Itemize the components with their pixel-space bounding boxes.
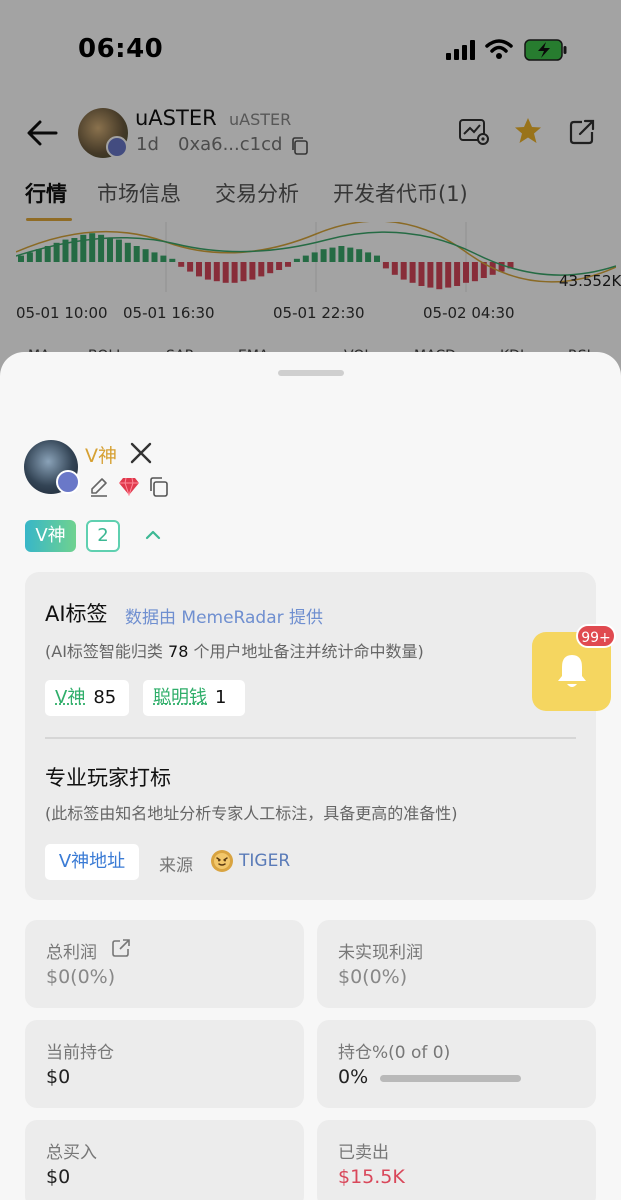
- notification-badge: 99+: [576, 624, 616, 648]
- stat-value: 0%: [338, 1066, 369, 1088]
- copy-icon[interactable]: [148, 476, 170, 498]
- desc-suffix: 个用户地址备注并统计命中数量): [193, 642, 424, 661]
- ai-tags-title: AI标签: [45, 602, 108, 626]
- sheet-drag-handle[interactable]: [278, 370, 344, 376]
- desc-prefix: (AI标签智能归类: [45, 642, 163, 661]
- user-name: V神: [85, 445, 117, 467]
- stat-label: 未实现利润: [338, 943, 423, 963]
- ai-tag-label: 聪明钱: [153, 687, 207, 708]
- stat-label: 当前持仓: [46, 1043, 114, 1063]
- address-profile-sheet: V神 V神 2 AI标签 数据由 MemeRadar 提供 (AI标签智能归类 …: [0, 352, 621, 1200]
- source-label: 来源: [159, 856, 193, 876]
- chevron-up-icon[interactable]: [144, 528, 162, 542]
- ai-tag-chip[interactable]: 聪明钱 1: [143, 680, 245, 716]
- ai-tags-description: (AI标签智能归类 78 个用户地址备注并统计命中数量): [45, 638, 424, 662]
- sold-card: 已卖出 $15.5K: [317, 1120, 596, 1200]
- ai-tag-chip[interactable]: V神 85: [45, 680, 129, 716]
- ai-tag-label: V神: [55, 687, 86, 708]
- stat-value: $0(0%): [46, 966, 116, 988]
- bell-icon: [558, 655, 586, 687]
- gem-icon: [119, 477, 139, 496]
- divider: [45, 737, 576, 739]
- pro-tags-title: 专业玩家打标: [45, 766, 171, 790]
- pro-tags-description: (此标签由知名地址分析专家人工标注，具备更高的准备性): [45, 804, 458, 823]
- stat-label: 已卖出: [338, 1143, 389, 1163]
- tag-badge: V神: [25, 520, 76, 552]
- stat-label: 持仓%(0 of 0): [338, 1043, 451, 1063]
- ai-tag-count: 85: [93, 687, 117, 708]
- holding-progress-bar: [380, 1075, 521, 1082]
- stat-value: $15.5K: [338, 1166, 405, 1188]
- total-profit-card: 总利润 $0(0%): [25, 920, 304, 1008]
- external-link-icon[interactable]: [111, 938, 131, 958]
- current-holding-card: 当前持仓 $0: [25, 1020, 304, 1108]
- stat-label: 总利润: [46, 943, 97, 963]
- holding-percent-card: 持仓%(0 of 0) 0%: [317, 1020, 596, 1108]
- stat-value: $0: [46, 1166, 71, 1188]
- ai-tags-card: AI标签 数据由 MemeRadar 提供 (AI标签智能归类 78 个用户地址…: [25, 572, 596, 900]
- stat-label: 总买入: [46, 1143, 97, 1163]
- ethereum-chain-icon: [56, 470, 80, 494]
- pro-tag-chip[interactable]: V神地址: [45, 844, 139, 880]
- tag-count-badge[interactable]: 2: [86, 520, 120, 552]
- stat-value: $0(0%): [338, 966, 408, 988]
- total-buy-card: 总买入 $0: [25, 1120, 304, 1200]
- desc-count: 78: [168, 642, 189, 661]
- tiger-logo-icon: [211, 850, 233, 872]
- ai-tag-count: 1: [215, 687, 227, 708]
- source-name[interactable]: TIGER: [239, 851, 290, 871]
- x-twitter-icon[interactable]: [130, 442, 152, 464]
- ai-tags-source[interactable]: 数据由 MemeRadar 提供: [125, 603, 323, 628]
- unrealized-profit-card: 未实现利润 $0(0%): [317, 920, 596, 1008]
- edit-note-icon[interactable]: [88, 476, 110, 498]
- stat-value: $0: [46, 1066, 71, 1088]
